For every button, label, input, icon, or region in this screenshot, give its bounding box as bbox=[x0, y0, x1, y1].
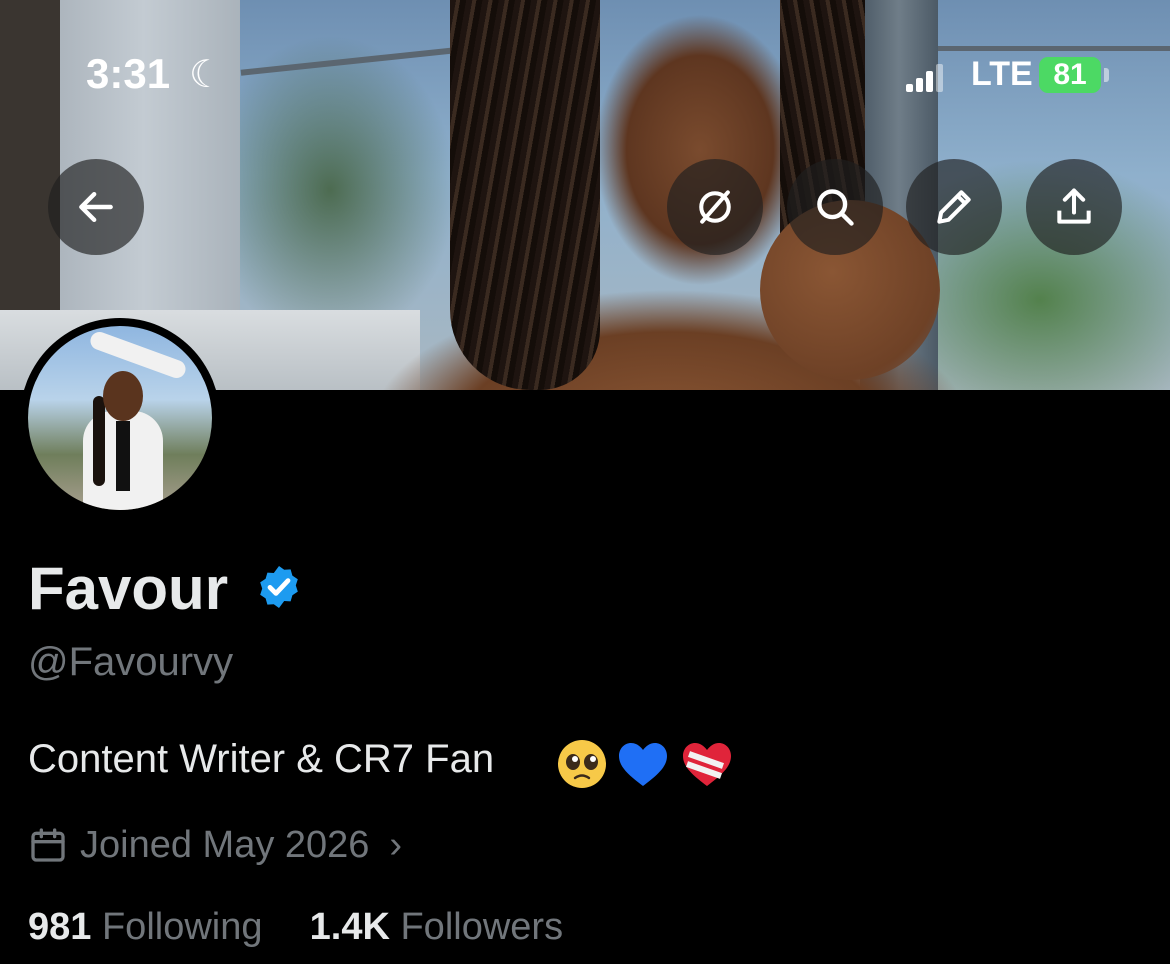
joined-text: Joined May 2026 bbox=[80, 823, 370, 866]
avatar-braid bbox=[93, 396, 105, 486]
verified-badge-icon[interactable] bbox=[255, 563, 303, 611]
status-time: 3:31 bbox=[86, 50, 171, 97]
following-count: 981 bbox=[28, 906, 92, 948]
grok-icon bbox=[699, 190, 731, 224]
share-button[interactable] bbox=[1026, 159, 1122, 255]
blue-heart-emoji bbox=[619, 743, 667, 786]
grok-button[interactable] bbox=[667, 159, 763, 255]
joined-date[interactable]: Joined May 2026 › bbox=[28, 820, 402, 870]
battery-icon: 81 bbox=[1039, 57, 1101, 93]
avatar-arm bbox=[87, 329, 189, 381]
mending-heart-emoji bbox=[683, 743, 731, 786]
avatar[interactable] bbox=[20, 318, 220, 518]
moon-icon: ☾ bbox=[189, 54, 224, 96]
avatar-photo bbox=[28, 326, 212, 510]
signal-icon bbox=[906, 62, 946, 92]
display-name: Favour bbox=[28, 555, 229, 622]
avatar-head bbox=[103, 371, 143, 421]
search-button[interactable] bbox=[787, 159, 883, 255]
battery-tip bbox=[1104, 68, 1109, 82]
arrow-left-icon bbox=[79, 191, 113, 223]
search-icon bbox=[817, 189, 854, 226]
edit-button[interactable] bbox=[906, 159, 1002, 255]
avatar-tie bbox=[116, 421, 130, 491]
bio-text: Content Writer & CR7 Fan bbox=[28, 737, 495, 781]
calendar-icon bbox=[31, 828, 65, 862]
follow-stats: 981 Following 1.4K Followers bbox=[28, 906, 563, 949]
status-bar: 3:31 ☾ LTE 81 bbox=[0, 0, 1170, 130]
pencil-icon bbox=[937, 190, 971, 224]
battery-level: 81 bbox=[1053, 58, 1087, 91]
share-icon bbox=[1057, 188, 1091, 224]
pleading-face-emoji bbox=[558, 740, 606, 788]
user-handle: @Favourvy bbox=[28, 640, 234, 684]
followers-label: Followers bbox=[400, 906, 564, 948]
network-type: LTE bbox=[971, 55, 1033, 93]
followers-link[interactable]: 1.4K Followers bbox=[310, 906, 563, 948]
chevron-right-icon: › bbox=[389, 823, 403, 866]
following-link[interactable]: 981 Following bbox=[28, 906, 263, 948]
back-button[interactable] bbox=[48, 159, 144, 255]
following-label: Following bbox=[101, 906, 263, 948]
followers-count: 1.4K bbox=[309, 906, 390, 948]
bio-emojis bbox=[558, 740, 731, 788]
